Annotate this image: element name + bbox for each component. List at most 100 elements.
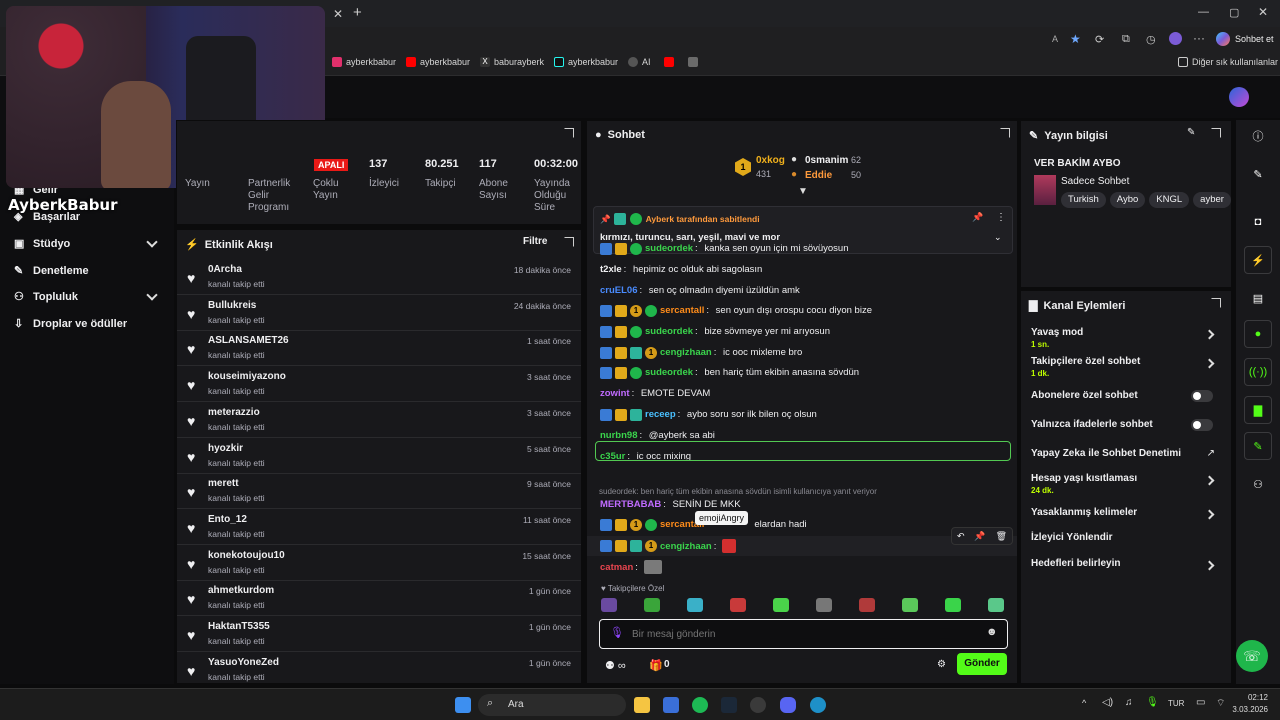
edge-icon[interactable] (810, 697, 826, 713)
activity-item[interactable]: ♥ ASLANSAMET26 kanalı takip etti 1 saat önc… (177, 330, 581, 367)
minimize-icon[interactable]: — (1198, 6, 1209, 18)
popout-icon[interactable] (1211, 128, 1221, 138)
chat-username[interactable]: zowint (600, 387, 630, 400)
chat-username[interactable]: catman (600, 561, 633, 574)
tag-chip[interactable]: ayber (1193, 192, 1231, 208)
edit-icon[interactable]: ✎ (1187, 127, 1195, 138)
emote-icon[interactable] (988, 598, 1004, 612)
chat-message[interactable]: MERTBABAB: SENİN DE MKK (600, 498, 741, 511)
emoji-picker-icon[interactable]: ☻ (986, 626, 998, 638)
spotify-icon[interactable] (692, 697, 708, 713)
chat-message[interactable]: 1 cengizhaan: (600, 539, 737, 553)
channel-action-item[interactable]: Takipçilere özel sohbet 1 dk. (1031, 356, 1221, 382)
network-icon[interactable]: ⌔ (1216, 697, 1225, 710)
edit-icon[interactable]: ✎ (1244, 160, 1272, 188)
activity-username[interactable]: HaktanT5355 (208, 621, 270, 632)
bookmark-app[interactable] (688, 57, 698, 67)
discord-icon[interactable] (780, 697, 796, 713)
copilot-label[interactable]: Sohbet et (1235, 34, 1274, 44)
refresh-icon[interactable]: ⟳ (1095, 33, 1104, 46)
bookmark-youtube[interactable]: ayberkbabur (406, 57, 470, 67)
nav-item-studyo[interactable]: ▣ Stüdyo (14, 238, 70, 250)
emote-icon[interactable] (816, 598, 832, 612)
popout-icon[interactable] (1211, 298, 1221, 308)
chat-username[interactable]: cengizhaan (660, 540, 712, 553)
channel-action-item[interactable]: Yavaş mod 1 sn. (1031, 327, 1221, 353)
broadcast-icon[interactable]: ((·)) (1244, 358, 1272, 386)
bookmark-instagram[interactable]: ayberkbabur (332, 57, 396, 67)
cat-emote[interactable] (643, 560, 662, 574)
chat-username[interactable]: sercantall (660, 304, 704, 317)
favorite-star-icon[interactable]: ★ (1070, 32, 1081, 46)
support-button[interactable]: ☏ (1236, 640, 1268, 672)
emote-icon[interactable] (859, 598, 875, 612)
activity-item[interactable]: ♥ meterazzio kanalı takip etti 3 saat önce (177, 402, 581, 438)
activity-item[interactable]: ♥ Ento_12 kanalı takip etti 11 saat önce (177, 509, 581, 545)
headset-icon[interactable]: ♫ (1125, 697, 1133, 708)
chat-input-box[interactable]: 🎙 ☻ (599, 619, 1008, 649)
bolt-icon[interactable]: ⚡ (1244, 246, 1272, 274)
copilot-icon[interactable] (1216, 32, 1230, 46)
bookmark-ai[interactable]: AI (628, 57, 651, 67)
monitor-icon[interactable]: ▭ (1196, 697, 1205, 708)
emote-icon[interactable] (601, 598, 617, 612)
clock-date[interactable]: 3.03.2026 (1228, 705, 1268, 714)
keyboard-language[interactable]: TUR (1168, 699, 1184, 708)
mic-icon[interactable]: 🎙 (610, 626, 624, 639)
toggle-switch[interactable] (1191, 419, 1213, 431)
activity-item[interactable]: ♥ Bullukreis kanalı takip etti 24 dakika ön… (177, 295, 581, 331)
chat-username[interactable]: cengizhaan (660, 346, 712, 359)
activity-username[interactable]: ASLANSAMET26 (208, 335, 289, 346)
chat-username[interactable]: receep (645, 408, 676, 421)
channel-action-item[interactable]: Abonelere özel sohbet (1031, 390, 1221, 416)
close-window-icon[interactable]: ✕ (1258, 5, 1268, 19)
chat-username[interactable]: sudeordek (645, 325, 693, 338)
camera-icon[interactable]: ◘ (1244, 208, 1272, 236)
file-explorer-icon[interactable] (634, 697, 650, 713)
send-button[interactable]: Gönder (957, 653, 1007, 675)
chat-message[interactable]: catman: (600, 560, 663, 574)
bookmark-youtube-2[interactable] (664, 57, 674, 67)
bookmark-tiktok[interactable]: ayberkbabur (554, 57, 618, 67)
popout-icon[interactable] (564, 237, 574, 247)
channel-actions-icon[interactable]: ▇ (1244, 396, 1272, 424)
activity-item[interactable]: ♥ hyozkir kanalı takip etti 5 saat önce (177, 438, 581, 474)
new-tab-icon[interactable]: + (353, 4, 362, 21)
taskbar-search[interactable]: ⌕ Ara (478, 694, 626, 716)
user-avatar[interactable] (1229, 87, 1249, 107)
delete-icon[interactable]: 🗑 (996, 531, 1007, 542)
app-icon[interactable] (750, 697, 766, 713)
history-icon[interactable]: ◷ (1146, 33, 1156, 46)
chat-icon[interactable]: ● (1244, 320, 1272, 348)
emote-icon[interactable] (687, 598, 703, 612)
channel-action-item[interactable]: Yalnızca ifadelerle sohbet (1031, 419, 1221, 445)
extensions-icon[interactable]: ⧉ (1122, 33, 1130, 46)
activity-item[interactable]: ♥ kouseimiyazono kanalı takip etti 3 saat ö… (177, 366, 581, 403)
profile-avatar[interactable] (1169, 32, 1182, 45)
read-aloud-icon[interactable]: A (1052, 34, 1058, 44)
toggle-switch[interactable] (1191, 390, 1213, 402)
wrench-icon[interactable]: ✎ (1244, 432, 1272, 460)
volume-icon[interactable]: ◁) (1102, 697, 1113, 708)
category-name[interactable]: Sadece Sohbet (1061, 176, 1129, 187)
steam-icon[interactable] (721, 697, 737, 713)
chevron-down-icon[interactable] (146, 236, 158, 248)
chat-username[interactable]: cruEL06 (600, 284, 638, 297)
chat-message[interactable]: receep: aybo soru sor ilk bilen oç olsun (600, 408, 817, 421)
chat-message[interactable]: sudeordek: ben hariç tüm ekibin anasına … (600, 366, 859, 379)
chat-message[interactable]: 1 sercantall: sen oyun dışı orospu cocu d… (600, 304, 872, 317)
reply-icon[interactable]: ↶ (957, 531, 965, 542)
nav-item-droplar[interactable]: ⇩ Droplar ve ödüller (14, 318, 127, 330)
other-bookmarks[interactable]: Diğer sık kullanılanlar (1178, 57, 1278, 67)
emote-icon[interactable] (644, 598, 660, 612)
activity-username[interactable]: Ento_12 (208, 514, 247, 525)
activity-item[interactable]: ♥ merett kanalı takip etti 9 saat önce (177, 473, 581, 510)
nav-item-topluluk[interactable]: ⚇ Topluluk (14, 291, 78, 303)
community-icon[interactable]: ⚇ (1244, 470, 1272, 498)
mic-icon[interactable]: 🎙 (1146, 697, 1159, 708)
activity-username[interactable]: kouseimiyazono (208, 371, 286, 382)
activity-item[interactable]: ♥ YasuoYoneZed kanalı takip etti 1 gün önce (177, 652, 581, 683)
popout-icon[interactable] (564, 128, 574, 138)
activity-username[interactable]: meterazzio (208, 407, 260, 418)
close-tab-icon[interactable]: ✕ (333, 7, 343, 21)
